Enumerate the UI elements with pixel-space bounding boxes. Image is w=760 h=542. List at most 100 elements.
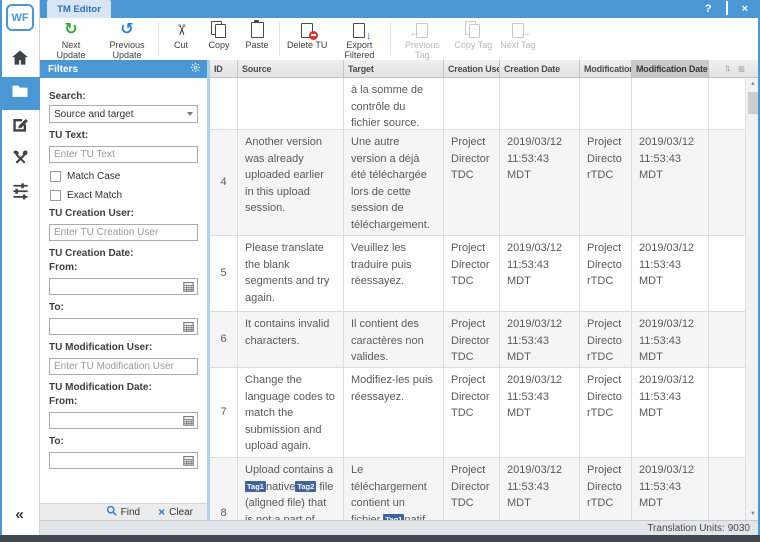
calendar-icon[interactable] bbox=[183, 279, 194, 297]
titlebar: TM Editor ? × bbox=[40, 0, 760, 18]
cell-source: It contains invalid characters. bbox=[238, 312, 344, 367]
cell-filler bbox=[709, 78, 745, 129]
column-header-modification[interactable]: Modification bbox=[580, 60, 632, 77]
window-bottom-strip bbox=[0, 535, 760, 542]
match-case-checkbox[interactable] bbox=[50, 171, 61, 182]
cell-id: 8 bbox=[210, 458, 238, 520]
clear-x-icon: × bbox=[158, 507, 165, 517]
sort-icon[interactable]: ↑↓ bbox=[724, 63, 731, 74]
calendar-icon[interactable] bbox=[183, 413, 194, 431]
table-row[interactable]: 7Change the language codes to match the … bbox=[210, 368, 745, 458]
filters-body: Search: Source and target TU Text: Match… bbox=[40, 78, 207, 469]
calendar-icon[interactable] bbox=[183, 453, 194, 471]
tu-modification-date-label: TU Modification Date: bbox=[49, 382, 198, 393]
inline-tag: Tag1 bbox=[245, 481, 266, 492]
toolbar-button-delete-tu[interactable]: Delete TU bbox=[283, 18, 331, 60]
toolbar-button-copy[interactable]: Copy bbox=[200, 18, 238, 60]
column-header-target[interactable]: Target bbox=[344, 60, 444, 77]
creation-to-label: To: bbox=[49, 302, 198, 313]
cell-modification: Project DirectorTDC bbox=[580, 368, 632, 457]
column-header-modification_date[interactable]: Modification Date bbox=[632, 60, 709, 77]
table-row[interactable]: 6It contains invalid characters.Il conti… bbox=[210, 312, 745, 368]
cell-source: Upload contains a Tag1nativeTag2 file (a… bbox=[238, 458, 344, 520]
modification-from-label: From: bbox=[49, 396, 198, 407]
modification-date-to-input[interactable] bbox=[49, 452, 198, 469]
cell-target: Il contient des caractères non valides. bbox=[344, 312, 444, 367]
sidebar: WF « bbox=[0, 0, 40, 535]
creation-date-to-input[interactable] bbox=[49, 318, 198, 335]
modification-date-from-input[interactable] bbox=[49, 412, 198, 429]
exact-match-checkbox[interactable] bbox=[50, 190, 61, 201]
help-icon[interactable]: ? bbox=[705, 0, 712, 18]
tu-modification-user-input[interactable] bbox=[49, 358, 198, 375]
search-scope-select[interactable]: Source and target bbox=[49, 105, 198, 123]
cell-id: 7 bbox=[210, 368, 238, 457]
cell-creation-date: 2019/03/12 11:53:43 MDT bbox=[500, 130, 580, 235]
search-label: Search: bbox=[49, 91, 198, 102]
next-update-icon: ↻ bbox=[64, 20, 77, 39]
cell-id: 6 bbox=[210, 312, 238, 367]
sidebar-item-settings[interactable] bbox=[0, 176, 40, 209]
tm-table: IDSourceTargetCreation UseCreation DateM… bbox=[210, 60, 760, 520]
chevron-up-icon[interactable] bbox=[726, 0, 728, 18]
chevron-down-icon bbox=[187, 112, 193, 116]
collapse-sidebar-button[interactable]: « bbox=[0, 506, 39, 523]
table-row[interactable]: 5Please translate the blank segments and… bbox=[210, 236, 745, 312]
toolbar-button-paste[interactable]: Paste bbox=[238, 18, 276, 60]
modification-to-label: To: bbox=[49, 436, 198, 447]
scrollbar-thumb[interactable] bbox=[748, 92, 758, 114]
find-button[interactable]: Find bbox=[106, 505, 140, 519]
close-icon[interactable]: × bbox=[742, 0, 748, 18]
sidebar-item-files[interactable] bbox=[0, 77, 40, 110]
column-header-source[interactable]: Source bbox=[238, 60, 344, 77]
editor-icon bbox=[11, 115, 30, 139]
column-menu-icon[interactable]: ≡ bbox=[738, 62, 745, 76]
tu-modification-user-label: TU Modification User: bbox=[49, 342, 198, 353]
column-header-id[interactable]: ID bbox=[210, 60, 238, 77]
tu-creation-user-label: TU Creation User: bbox=[49, 208, 198, 219]
gear-icon[interactable] bbox=[190, 60, 201, 78]
search-icon bbox=[106, 505, 117, 519]
cell-modification-date: 2019/03/12 11:53:43 MDT bbox=[632, 130, 709, 235]
sidebar-item-tools[interactable] bbox=[0, 143, 40, 176]
toolbar: ↻Next Update↺Previous Update✂CutCopyPast… bbox=[40, 18, 760, 60]
toolbar-button-previous-update[interactable]: ↺Previous Update bbox=[99, 18, 155, 60]
cell-creation-use: Project DirectorTDC bbox=[444, 312, 500, 367]
cell-filler bbox=[709, 312, 745, 367]
previous-update-icon: ↺ bbox=[120, 20, 133, 39]
toolbar-button-cut[interactable]: ✂Cut bbox=[162, 18, 200, 60]
cell-creation-date: 2019/03/12 11:53:43 MDT bbox=[500, 458, 580, 520]
column-header-creation_date[interactable]: Creation Date bbox=[500, 60, 580, 77]
column-header-creation_use[interactable]: Creation Use bbox=[444, 60, 500, 77]
translation-units-value: 9030 bbox=[728, 523, 750, 534]
cell-modification: Project DirectorTDC bbox=[580, 130, 632, 235]
settings-icon bbox=[11, 181, 30, 205]
sidebar-item-home[interactable] bbox=[0, 44, 40, 77]
table-row[interactable]: 8Upload contains a Tag1nativeTag2 file (… bbox=[210, 458, 745, 520]
sidebar-item-editor[interactable] bbox=[0, 110, 40, 143]
delete-tu-icon bbox=[300, 20, 314, 39]
tu-text-input[interactable] bbox=[49, 146, 198, 163]
cell-modification-date: 2019/03/12 11:53:43 MDT bbox=[632, 236, 709, 311]
calendar-icon[interactable] bbox=[183, 319, 194, 337]
toolbar-separator bbox=[390, 22, 391, 56]
creation-date-from-input[interactable] bbox=[49, 278, 198, 295]
toolbar-button-export-filtered[interactable]: ↓Export Filtered bbox=[331, 18, 387, 60]
find-label: Find bbox=[121, 507, 140, 518]
filters-footer: Find × Clear bbox=[40, 503, 207, 520]
clear-button[interactable]: × Clear bbox=[158, 507, 193, 518]
export-filtered-icon: ↓ bbox=[352, 20, 366, 39]
cell-source: Another version was already uploaded ear… bbox=[238, 130, 344, 235]
exact-match-label: Exact Match bbox=[67, 190, 122, 201]
tab-tm-editor[interactable]: TM Editor bbox=[47, 0, 111, 18]
app-logo: WF bbox=[6, 4, 34, 31]
table-row[interactable]: à la somme de contrôle du fichier source… bbox=[210, 78, 745, 130]
next-tag-icon: → bbox=[511, 20, 525, 39]
tu-creation-user-input[interactable] bbox=[49, 224, 198, 241]
toolbar-button-next-update[interactable]: ↻Next Update bbox=[43, 18, 99, 60]
cell-modification-date: 2019/03/12 11:53:43 MDT bbox=[632, 312, 709, 367]
cell-filler bbox=[709, 130, 745, 235]
home-icon bbox=[10, 48, 30, 73]
cell-modification: Project DirectorTDC bbox=[580, 458, 632, 520]
table-row[interactable]: 4Another version was already uploaded ea… bbox=[210, 130, 745, 236]
